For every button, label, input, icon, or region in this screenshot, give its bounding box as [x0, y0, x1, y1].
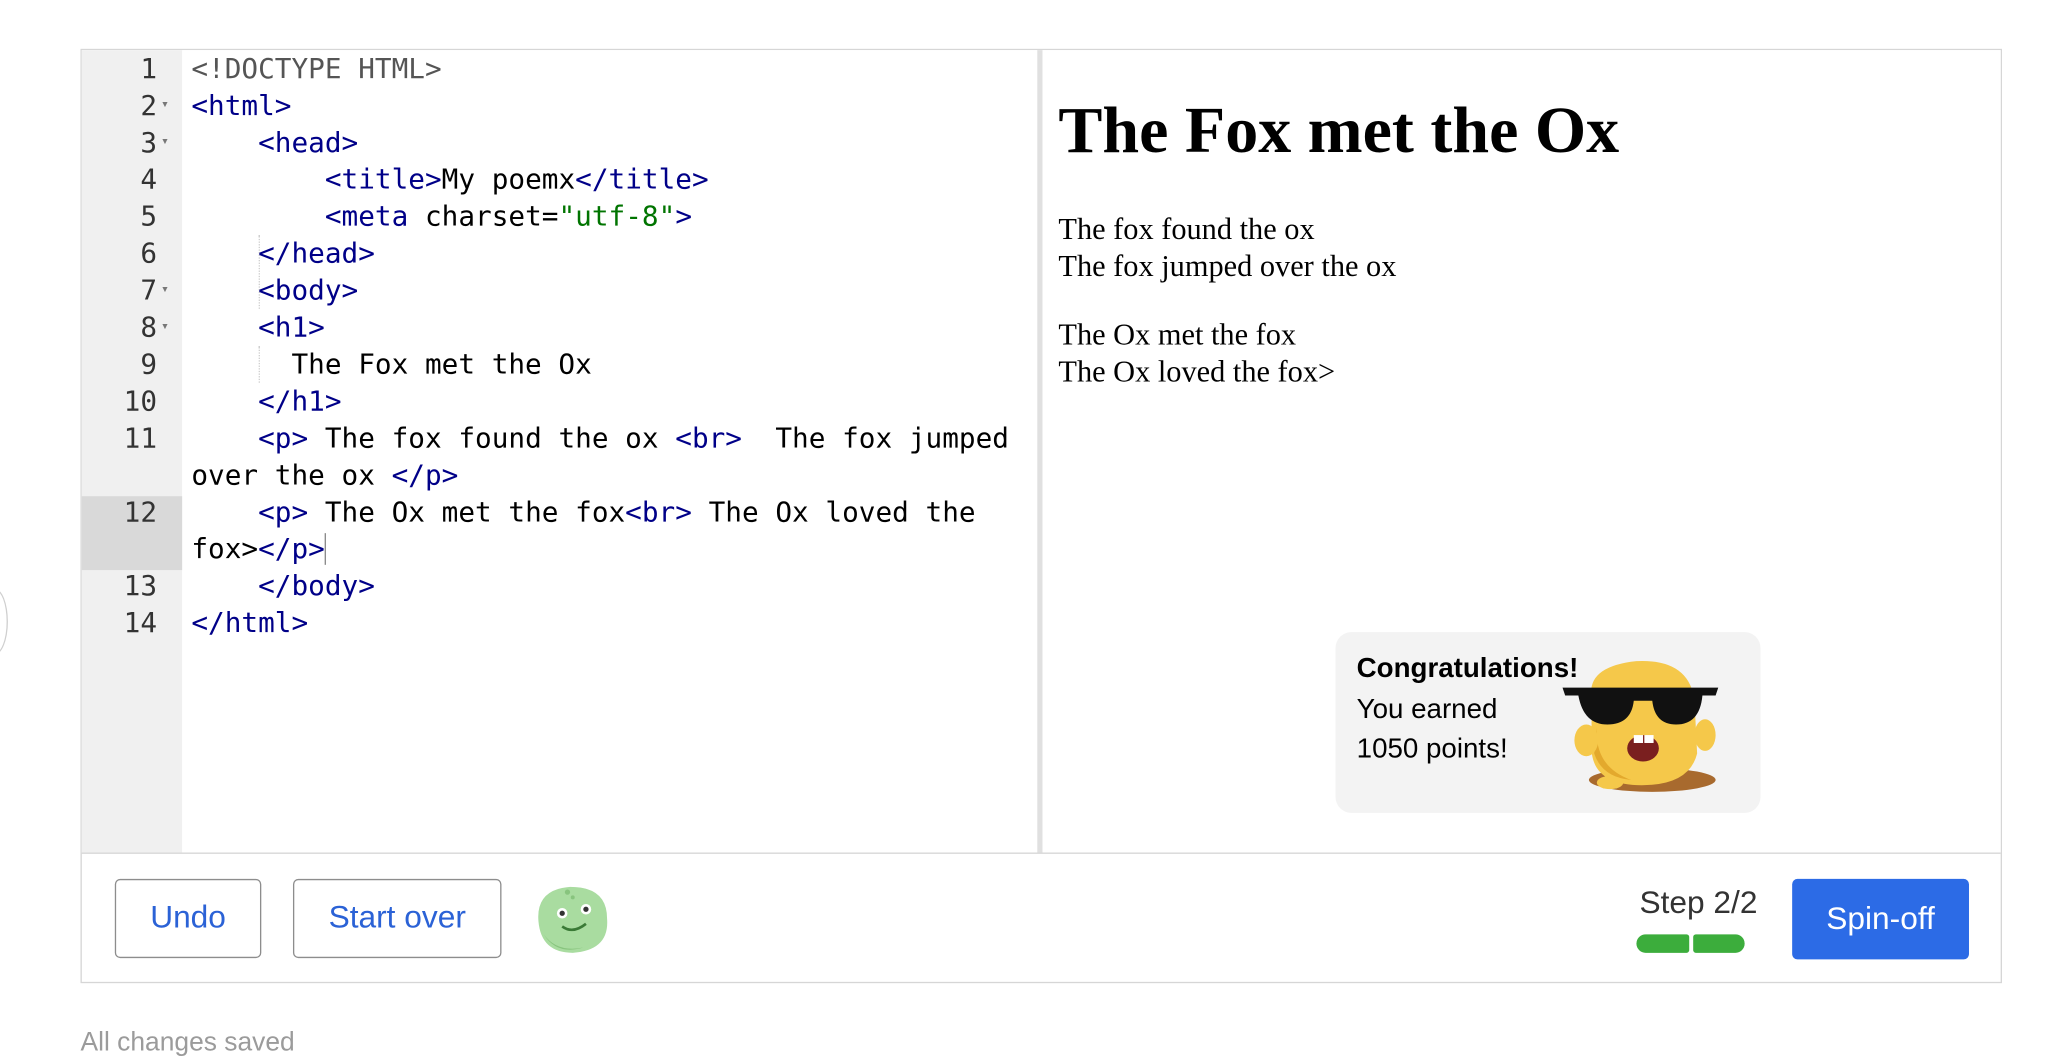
code-editor[interactable]: 1 <!DOCTYPE HTML> 2 ▾ <html> 3 ▾ <head> 4 <titl… [81, 50, 1038, 853]
save-status: All changes saved [80, 1028, 295, 1058]
preview-paragraph-2: The Ox met the fox The Ox loved the fox> [1058, 317, 1335, 391]
line-number: 8 [140, 311, 158, 344]
code-text[interactable]: <head> [191, 124, 358, 161]
code-text[interactable]: <h1> [191, 309, 325, 346]
code-text[interactable]: over the ox </p> [191, 457, 458, 494]
progress-segment [1636, 934, 1689, 953]
exercise-frame: 1 <!DOCTYPE HTML> 2 ▾ <html> 3 ▾ <head> 4 <titl… [80, 48, 2002, 984]
line-number: 10 [123, 385, 158, 418]
code-line[interactable]: over the ox </p> [82, 457, 1037, 494]
green-blob-icon[interactable] [531, 882, 613, 956]
preview-text-line: The Ox loved the fox> [1058, 354, 1336, 388]
congratulations-toast: Congratulations! You earned 1050 points! [1335, 632, 1761, 813]
line-number: 11 [123, 422, 158, 454]
preview-heading: The Fox met the Ox [1058, 92, 1620, 167]
toolbar-divider [81, 852, 2001, 854]
code-text[interactable]: <body> [191, 272, 358, 309]
code-text[interactable]: </body> [191, 567, 375, 604]
line-number: 1 [140, 52, 158, 85]
code-line[interactable]: 12 <p> The Ox met the fox<br> The Ox lov… [82, 494, 1037, 531]
code-text[interactable]: <title>My poemx</title> [191, 161, 709, 198]
code-line[interactable]: fox></p> [82, 531, 1037, 568]
preview-text-line: The Ox met the fox [1058, 318, 1297, 352]
code-text[interactable]: <html> [191, 87, 291, 124]
code-line[interactable]: 6 </head> [82, 235, 1037, 272]
code-line[interactable]: 4 <title>My poemx</title> [82, 161, 1037, 198]
line-number: 7 [140, 274, 158, 307]
code-line[interactable]: 5 <meta charset="utf-8"> [82, 198, 1037, 235]
preview-paragraph-1: The fox found the ox The fox jumped over… [1058, 211, 1396, 285]
code-text[interactable]: <!DOCTYPE HTML> [191, 50, 441, 87]
code-line[interactable]: 3 ▾ <head> [82, 124, 1037, 161]
preview-text-line: The fox jumped over the ox [1058, 249, 1397, 283]
code-text[interactable]: fox></p> [191, 531, 327, 568]
code-line[interactable]: 14 </html> [82, 604, 1037, 641]
side-panel-handle[interactable] [0, 588, 8, 655]
preview-pane: The Fox met the Ox The fox found the ox … [1042, 50, 2001, 853]
code-line[interactable]: 10 </h1> [82, 383, 1037, 420]
code-text[interactable]: The Fox met the Ox [191, 346, 591, 383]
spin-off-button[interactable]: Spin-off [1792, 878, 1969, 960]
code-line[interactable]: 1 <!DOCTYPE HTML> [82, 50, 1037, 87]
code-line[interactable]: 8 ▾ <h1> [82, 309, 1037, 346]
code-text[interactable]: <p> The Ox met the fox<br> The Ox loved … [191, 494, 975, 531]
sunglasses-monster-icon [1562, 661, 1719, 792]
code-line[interactable]: 7 ▾ <body> [82, 272, 1037, 309]
fold-toggle-icon[interactable]: ▾ [161, 272, 169, 309]
line-number: 9 [140, 348, 158, 381]
line-number: 5 [140, 200, 158, 233]
toast-title: Congratulations! [1356, 653, 1579, 684]
line-number: 13 [123, 570, 158, 602]
fold-toggle-icon[interactable]: ▾ [161, 87, 169, 124]
line-number: 6 [140, 237, 158, 270]
preview-text-line: The fox found the ox [1058, 212, 1315, 246]
progress-segment [1692, 934, 1745, 953]
toast-line: You earned [1356, 694, 1498, 725]
line-number: 3 [140, 126, 158, 159]
code-text[interactable]: </head> [191, 235, 375, 272]
code-line[interactable]: 13 </body> [82, 567, 1037, 604]
line-number: 4 [140, 163, 158, 196]
code-text[interactable]: </html> [191, 604, 308, 641]
undo-button[interactable]: Undo [114, 878, 262, 959]
step-progress-bar [1636, 934, 1745, 953]
code-text[interactable]: </h1> [191, 383, 341, 420]
code-line[interactable]: 9 The Fox met the Ox [82, 346, 1037, 383]
code-text[interactable]: <p> The fox found the ox <br> The fox ju… [191, 420, 1009, 457]
step-indicator: Step 2/2 [1639, 885, 1758, 922]
fold-toggle-icon[interactable]: ▾ [161, 309, 169, 346]
fold-toggle-icon[interactable]: ▾ [161, 124, 169, 161]
line-number: 12 [123, 496, 158, 528]
toast-points: 1050 points! [1356, 733, 1508, 765]
line-number: 2 [140, 89, 158, 122]
start-over-button[interactable]: Start over [292, 878, 502, 959]
code-line[interactable]: 11 <p> The fox found the ox <br> The fox… [82, 420, 1037, 457]
code-line[interactable]: 2 ▾ <html> [82, 87, 1037, 124]
line-number: 14 [123, 607, 158, 639]
code-text[interactable]: <meta charset="utf-8"> [191, 198, 692, 235]
